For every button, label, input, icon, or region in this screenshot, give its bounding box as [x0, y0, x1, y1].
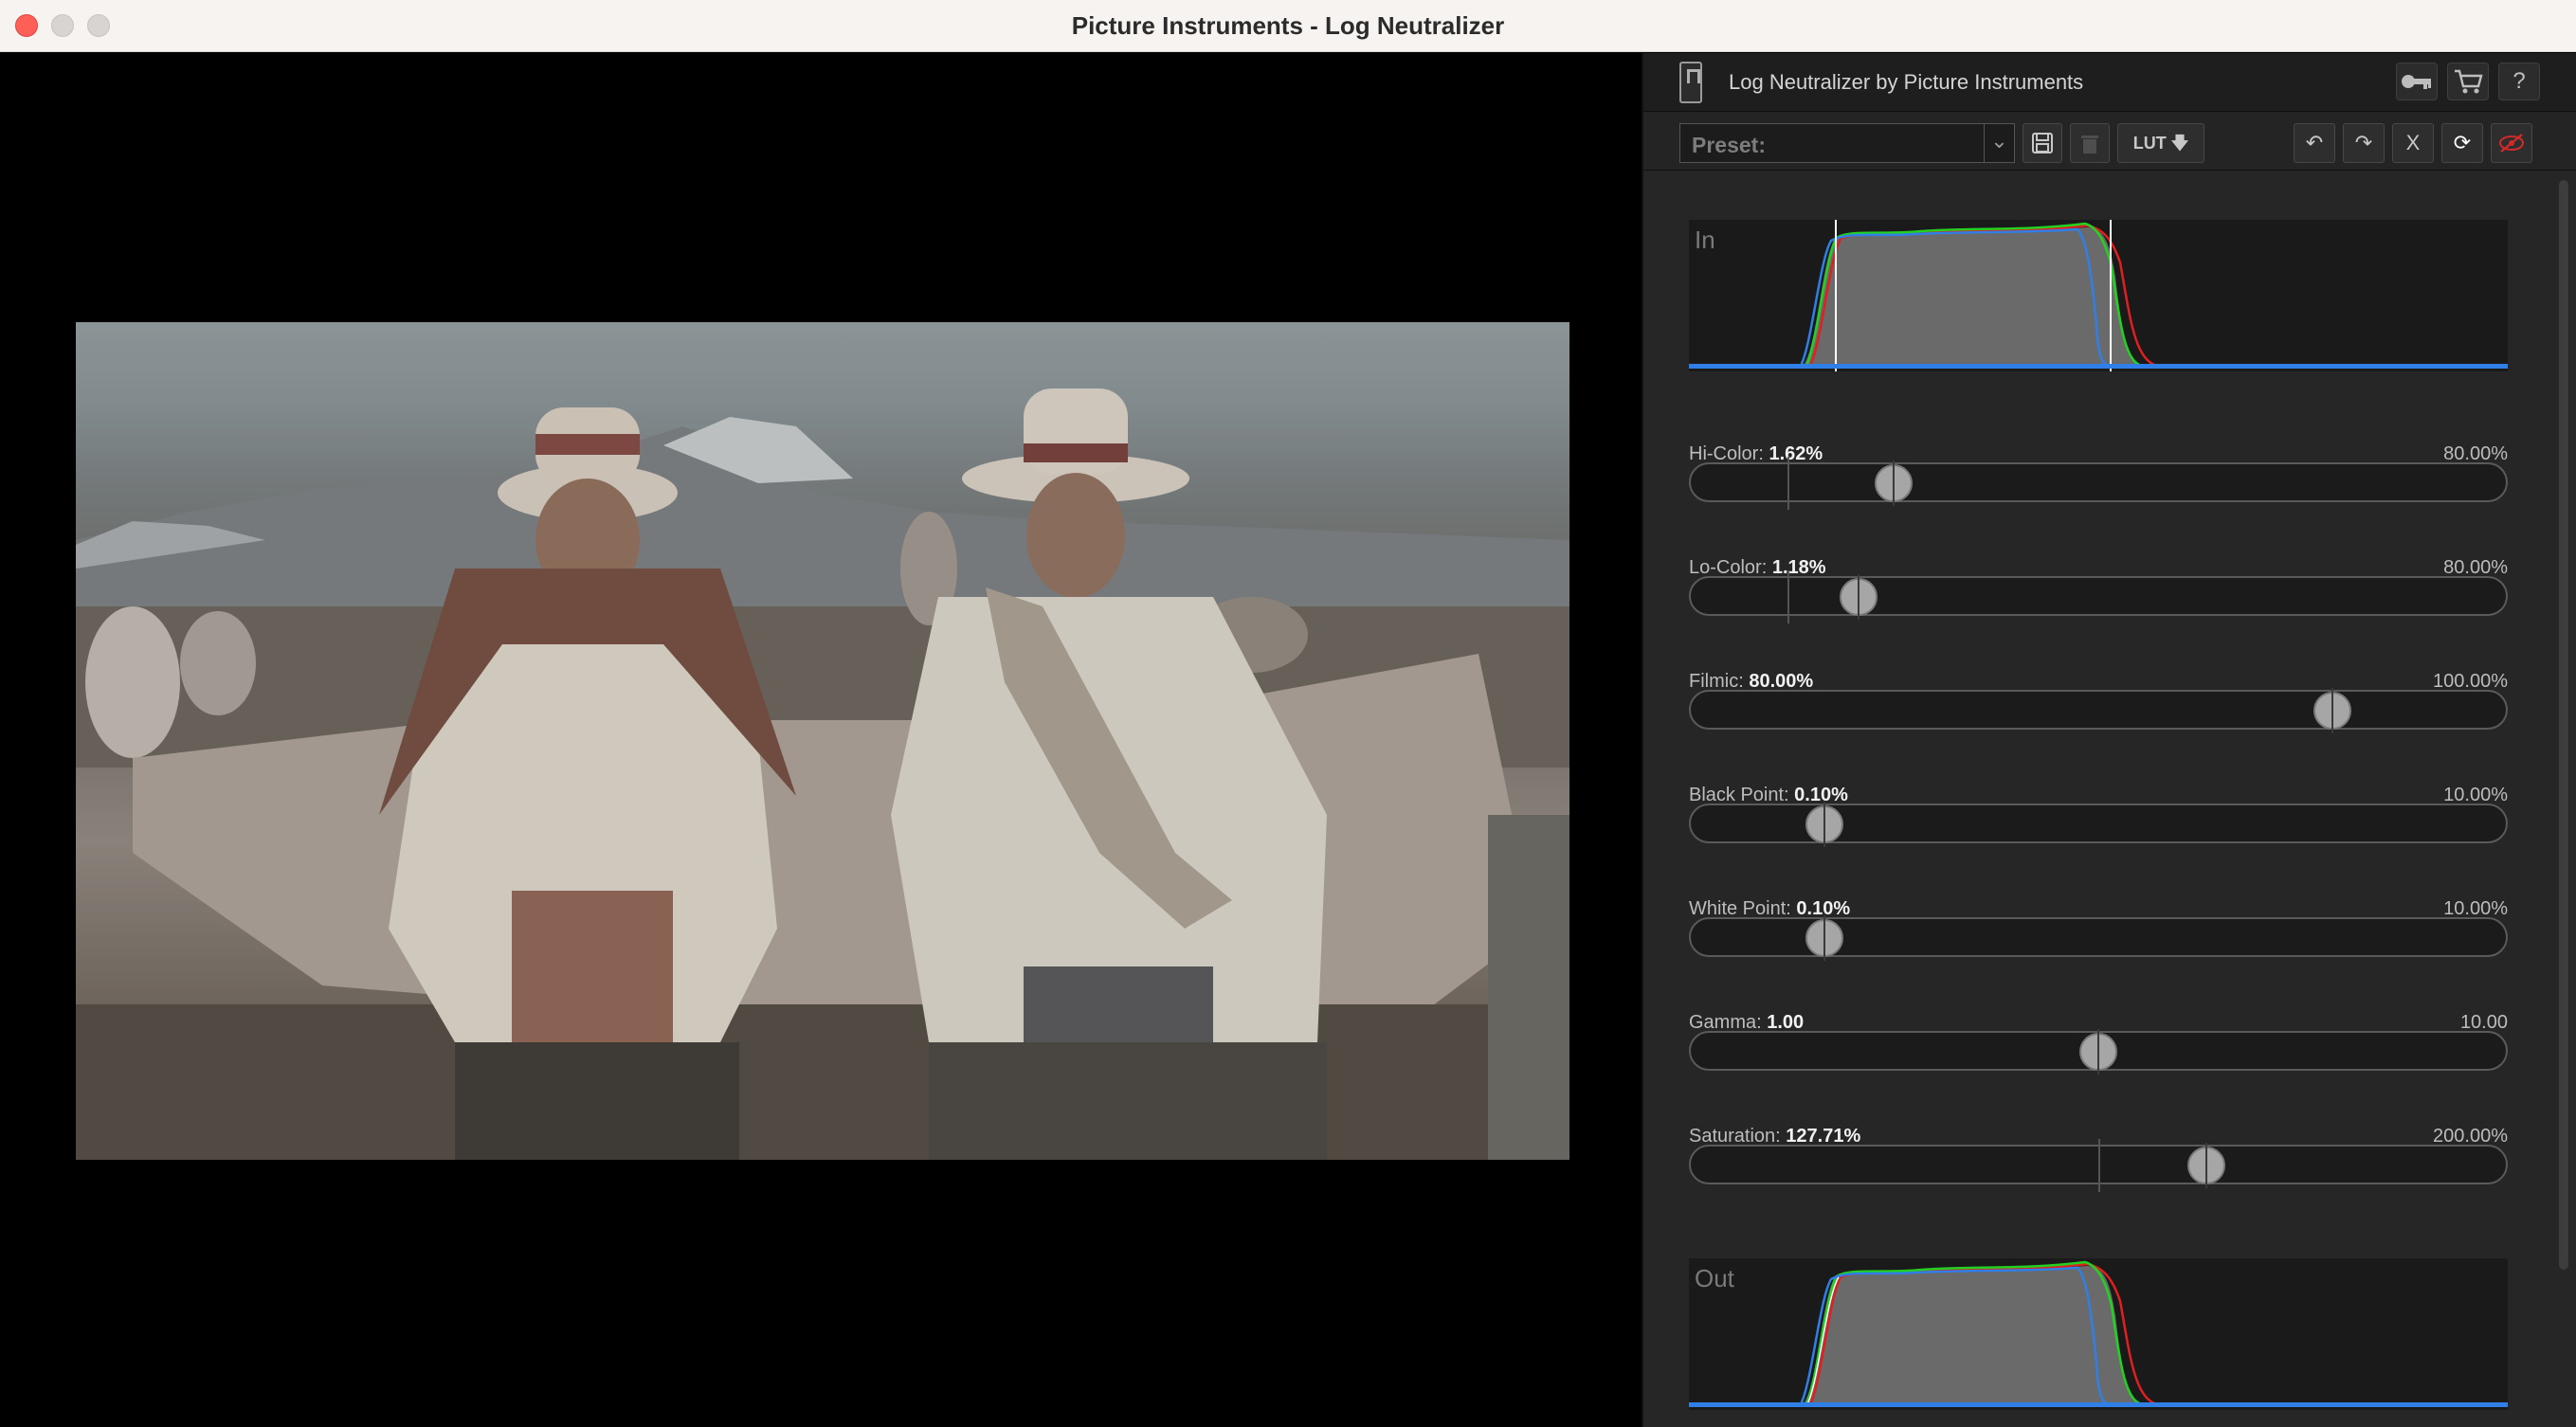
- filmic-slider-row: Filmic: 80.00% 100.00%: [1689, 671, 2508, 766]
- filmic-value: 80.00%: [1749, 671, 1814, 692]
- undo-button[interactable]: ↶: [2294, 123, 2335, 163]
- clear-label: X: [2405, 131, 2421, 154]
- video-viewer[interactable]: [0, 53, 1642, 1427]
- filmic-track[interactable]: [1689, 690, 2508, 730]
- picture-instruments-logo-icon: [1679, 62, 1702, 103]
- gamma-label-text: Gamma:: [1689, 1012, 1762, 1033]
- hi-color-default-tick: [1787, 457, 1789, 510]
- saturation-label-text: Saturation:: [1689, 1126, 1781, 1147]
- output-histogram-graph: [1689, 1260, 2508, 1407]
- hi-color-value: 1.62%: [1769, 443, 1823, 464]
- gamma-slider-knob[interactable]: [2079, 1029, 2117, 1075]
- white-point-label-text: White Point:: [1689, 898, 1791, 919]
- gamma-value: 1.00: [1767, 1012, 1805, 1033]
- lo-color-slider-row: Lo-Color: 1.18% 80.00%: [1689, 557, 2508, 652]
- redo-button[interactable]: ↷: [2343, 123, 2385, 163]
- lo-color-label-text: Lo-Color:: [1689, 557, 1768, 578]
- saturation-slider-row: Saturation: 127.71% 200.00%: [1689, 1126, 2508, 1220]
- input-histogram-label: In: [1695, 226, 1715, 254]
- help-icon: ?: [2513, 68, 2526, 94]
- reset-button[interactable]: ⟳: [2441, 123, 2483, 163]
- save-preset-button[interactable]: [2023, 123, 2062, 163]
- download-arrow-icon: 🡇: [2170, 134, 2189, 153]
- preset-select[interactable]: Preset: ⌄: [1679, 123, 2015, 163]
- preset-toolbar: Preset: ⌄ LUT 🡇 ↶ ↷ X ⟳: [1643, 112, 2576, 171]
- eye-off-icon: [2499, 134, 2524, 153]
- bypass-button[interactable]: [2491, 123, 2532, 163]
- filmic-slider-knob[interactable]: [2313, 688, 2352, 733]
- filmic-label-text: Filmic:: [1689, 671, 1744, 692]
- help-button[interactable]: ?: [2498, 63, 2540, 100]
- hi-color-slider-knob[interactable]: [1875, 461, 1913, 506]
- panel-header: Log Neutralizer by Picture Instruments ?: [1643, 53, 2576, 112]
- lo-color-value: 1.18%: [1771, 557, 1826, 578]
- preview-frame: [76, 322, 1569, 1160]
- license-key-button[interactable]: [2396, 63, 2438, 100]
- undo-icon: ↶: [2305, 131, 2324, 154]
- black-point-slider-row: Black Point: 0.10% 10.00%: [1689, 785, 2508, 879]
- preview-image: [76, 322, 1569, 1160]
- input-histogram: In: [1689, 220, 2508, 371]
- black-point-value: 0.10%: [1794, 785, 1848, 805]
- cart-button[interactable]: [2447, 63, 2489, 100]
- trash-icon: [2081, 135, 2098, 154]
- cart-icon: [2455, 69, 2483, 94]
- delete-preset-button[interactable]: [2070, 123, 2110, 163]
- saturation-value: 127.71%: [1786, 1126, 1861, 1147]
- redo-icon: ↷: [2354, 131, 2373, 154]
- input-histogram-graph: [1689, 220, 2508, 371]
- preset-label: Preset:: [1692, 133, 1766, 157]
- hi-color-label-text: Hi-Color:: [1689, 443, 1764, 464]
- saturation-slider-knob[interactable]: [2187, 1143, 2226, 1188]
- black-point-label-text: Black Point:: [1689, 785, 1789, 805]
- output-histogram: Out: [1689, 1258, 2508, 1410]
- panel-scrollbar[interactable]: [2559, 180, 2568, 1270]
- lo-color-slider-knob[interactable]: [1839, 574, 1878, 620]
- reset-icon: ⟳: [2453, 131, 2472, 154]
- chevron-down-icon[interactable]: ⌄: [1984, 124, 2014, 162]
- white-point-slider-row: White Point: 0.10% 10.00%: [1689, 898, 2508, 993]
- clear-button[interactable]: X: [2392, 123, 2434, 163]
- white-point-slider-knob[interactable]: [1805, 915, 1843, 961]
- black-point-slider-knob[interactable]: [1805, 802, 1843, 847]
- lo-color-track[interactable]: [1689, 576, 2508, 616]
- window-title: Picture Instruments - Log Neutralizer: [1071, 11, 1505, 40]
- hi-color-slider-row: Hi-Color: 1.62% 80.00%: [1689, 443, 2508, 538]
- save-icon: [2032, 133, 2053, 154]
- plugin-name: Log Neutralizer by Picture Instruments: [1729, 70, 2084, 94]
- lut-export-button[interactable]: LUT 🡇: [2117, 123, 2204, 163]
- saturation-default-tick: [2098, 1139, 2100, 1192]
- lo-color-default-tick: [1787, 570, 1789, 623]
- output-histogram-label: Out: [1695, 1264, 1734, 1292]
- gamma-slider-row: Gamma: 1.00 10.00: [1689, 1012, 2508, 1107]
- title-bar: Picture Instruments - Log Neutralizer: [0, 0, 2576, 52]
- lut-label: LUT: [2132, 134, 2167, 153]
- hi-color-track[interactable]: [1689, 462, 2508, 502]
- control-panel: Log Neutralizer by Picture Instruments ?…: [1642, 53, 2576, 1427]
- key-icon: [2402, 75, 2431, 89]
